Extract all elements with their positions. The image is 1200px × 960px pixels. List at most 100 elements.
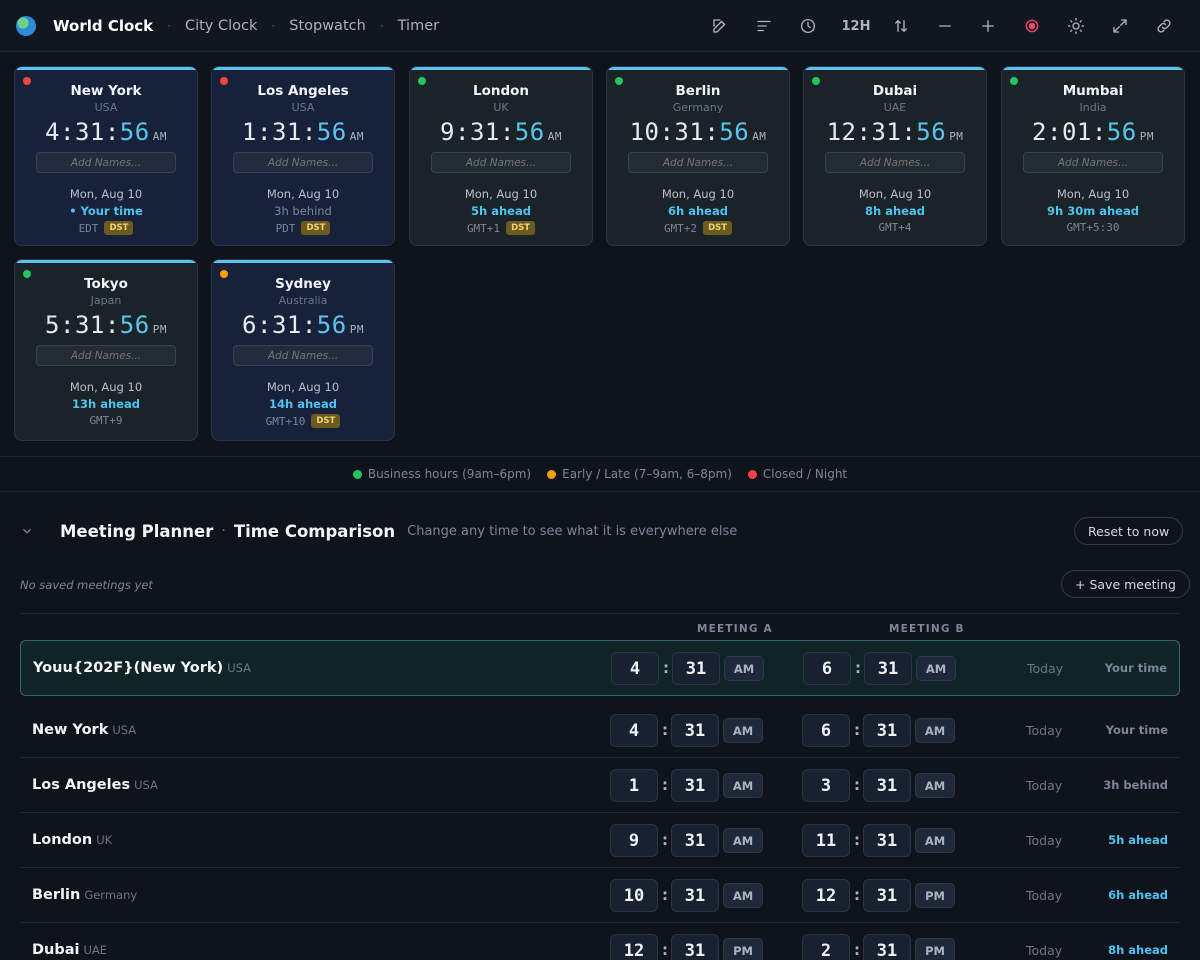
city-card[interactable]: Los Angeles USA 1:31:56AM Mon, Aug 10 3h beh… bbox=[211, 66, 395, 246]
business-dot-icon bbox=[352, 469, 362, 479]
ampm-toggle[interactable]: AM bbox=[915, 828, 955, 853]
minute-input[interactable] bbox=[672, 652, 720, 685]
row-city-name: Dubai bbox=[32, 942, 80, 958]
expand-icon[interactable] bbox=[1108, 14, 1132, 38]
divider bbox=[20, 613, 1180, 614]
ampm-toggle[interactable]: PM bbox=[723, 938, 763, 960]
add-names-input[interactable] bbox=[825, 152, 965, 173]
card-city-name: Tokyo bbox=[84, 276, 128, 292]
hour-input[interactable] bbox=[803, 652, 851, 685]
city-card[interactable]: Mumbai India 2:01:56PM Mon, Aug 10 9h 30m ah… bbox=[1001, 66, 1185, 246]
record-icon[interactable] bbox=[1020, 14, 1044, 38]
city-card[interactable]: SydneyAustralia6:31:56PMMon, Aug 1014h a… bbox=[211, 259, 395, 441]
clock-hours: 4 bbox=[45, 118, 60, 146]
add-names-input[interactable] bbox=[233, 345, 373, 366]
minus-icon[interactable] bbox=[933, 14, 957, 38]
timezone-label: GMT+1 bbox=[466, 221, 501, 235]
hour-input[interactable] bbox=[802, 769, 850, 802]
swap-vertical-icon[interactable] bbox=[889, 14, 913, 38]
hour-input[interactable] bbox=[610, 824, 658, 857]
sort-lines-icon[interactable] bbox=[752, 14, 776, 38]
add-names-input[interactable] bbox=[36, 152, 176, 173]
city-card[interactable]: New York USA 4:31:56AM Mon, Aug 10 • Your ti… bbox=[14, 66, 198, 246]
minute-input[interactable] bbox=[863, 879, 911, 912]
row-relative-offset: 6h ahead bbox=[1108, 888, 1168, 902]
card-timezone: GMT+4 bbox=[804, 221, 986, 234]
save-meeting-button[interactable]: + Save meeting bbox=[1061, 570, 1190, 598]
time-colon: : bbox=[855, 659, 861, 677]
hour-input[interactable] bbox=[611, 652, 659, 685]
clock-icon[interactable] bbox=[796, 14, 820, 38]
clock-minutes: 31 bbox=[271, 311, 302, 339]
link-icon[interactable] bbox=[1152, 14, 1176, 38]
minute-input[interactable] bbox=[671, 934, 719, 960]
hour-input[interactable] bbox=[610, 879, 658, 912]
row-day: Today bbox=[1026, 777, 1063, 793]
app-title[interactable]: World Clock bbox=[53, 17, 153, 35]
add-names-input[interactable] bbox=[431, 152, 571, 173]
minute-input[interactable] bbox=[671, 879, 719, 912]
ampm-toggle[interactable]: AM bbox=[723, 773, 763, 798]
minute-input[interactable] bbox=[863, 714, 911, 747]
meeting-a-header: MEETING A bbox=[697, 623, 773, 635]
ampm-toggle[interactable]: PM bbox=[915, 883, 955, 908]
row-city: Dubai UAE bbox=[32, 923, 107, 960]
hour-input[interactable] bbox=[802, 934, 850, 960]
card-city-name: New York bbox=[70, 83, 142, 99]
minute-input[interactable] bbox=[671, 769, 719, 802]
clock-minutes: 31 bbox=[674, 118, 705, 146]
ampm-toggle[interactable]: AM bbox=[723, 883, 763, 908]
brand: World Clock · City Clock · Stopwatch · T… bbox=[16, 15, 439, 36]
sun-icon[interactable] bbox=[1064, 14, 1088, 38]
hour-input[interactable] bbox=[802, 824, 850, 857]
saved-meetings-empty: No saved meetings yet bbox=[20, 578, 153, 592]
nav-separator: · bbox=[167, 18, 171, 33]
ampm-toggle[interactable]: AM bbox=[723, 828, 763, 853]
ampm-toggle[interactable]: PM bbox=[915, 938, 955, 960]
hour-input[interactable] bbox=[610, 934, 658, 960]
legend-business-label: Business hours (9am–6pm) bbox=[367, 467, 532, 481]
row-day: Today bbox=[1027, 660, 1064, 676]
planner-hint: Change any time to see what it is everyw… bbox=[407, 523, 738, 539]
hour-input[interactable] bbox=[610, 769, 658, 802]
chevron-down-icon[interactable] bbox=[20, 524, 48, 538]
ampm-toggle[interactable]: AM bbox=[915, 718, 955, 743]
ampm-toggle[interactable]: AM bbox=[724, 656, 764, 681]
clock-ampm: AM bbox=[547, 130, 562, 143]
plus-icon[interactable] bbox=[976, 14, 1000, 38]
hour-input[interactable] bbox=[610, 714, 658, 747]
add-names-input[interactable] bbox=[36, 345, 176, 366]
row-relative-offset: Your time bbox=[1104, 661, 1167, 675]
city-card[interactable]: London UK 9:31:56AM Mon, Aug 10 5h ahead GMT+… bbox=[409, 66, 593, 246]
add-names-input[interactable] bbox=[1023, 152, 1163, 173]
nav-stopwatch[interactable]: Stopwatch bbox=[289, 18, 366, 34]
row-city: Youu{202F}(New York) USA bbox=[33, 641, 251, 695]
row-country: Germany bbox=[84, 888, 138, 902]
row-city: Berlin Germany bbox=[32, 868, 137, 922]
minute-input[interactable] bbox=[863, 934, 911, 960]
hour-input[interactable] bbox=[802, 714, 850, 747]
minute-input[interactable] bbox=[863, 824, 911, 857]
add-names-input[interactable] bbox=[628, 152, 768, 173]
city-card[interactable]: Dubai UAE 12:31:56PM Mon, Aug 10 8h ahead GMT… bbox=[803, 66, 987, 246]
edit-icon[interactable] bbox=[708, 14, 732, 38]
nav-city-clock[interactable]: City Clock bbox=[185, 18, 257, 34]
row-country: USA bbox=[134, 778, 158, 792]
nav-timer[interactable]: Timer bbox=[398, 18, 439, 34]
time-format-toggle[interactable]: 12H bbox=[840, 14, 872, 38]
ampm-toggle[interactable]: AM bbox=[915, 773, 955, 798]
ampm-toggle[interactable]: AM bbox=[723, 718, 763, 743]
ampm-toggle[interactable]: AM bbox=[916, 656, 956, 681]
reset-to-now-button[interactable]: Reset to now bbox=[1074, 517, 1184, 545]
row-country: UAE bbox=[83, 943, 108, 957]
early-late-dot-icon bbox=[547, 469, 557, 479]
hour-input[interactable] bbox=[802, 879, 850, 912]
add-names-input[interactable] bbox=[233, 152, 373, 173]
minute-input[interactable] bbox=[671, 824, 719, 857]
minute-input[interactable] bbox=[863, 769, 911, 802]
minute-input[interactable] bbox=[671, 714, 719, 747]
clock-seconds: 56 bbox=[119, 118, 150, 146]
city-card[interactable]: Berlin Germany 10:31:56AM Mon, Aug 10 6h ahe… bbox=[606, 66, 790, 246]
city-card[interactable]: Tokyo Japan 5:31:56PM Mon, Aug 10 13h ahead G… bbox=[14, 259, 198, 441]
minute-input[interactable] bbox=[864, 652, 912, 685]
